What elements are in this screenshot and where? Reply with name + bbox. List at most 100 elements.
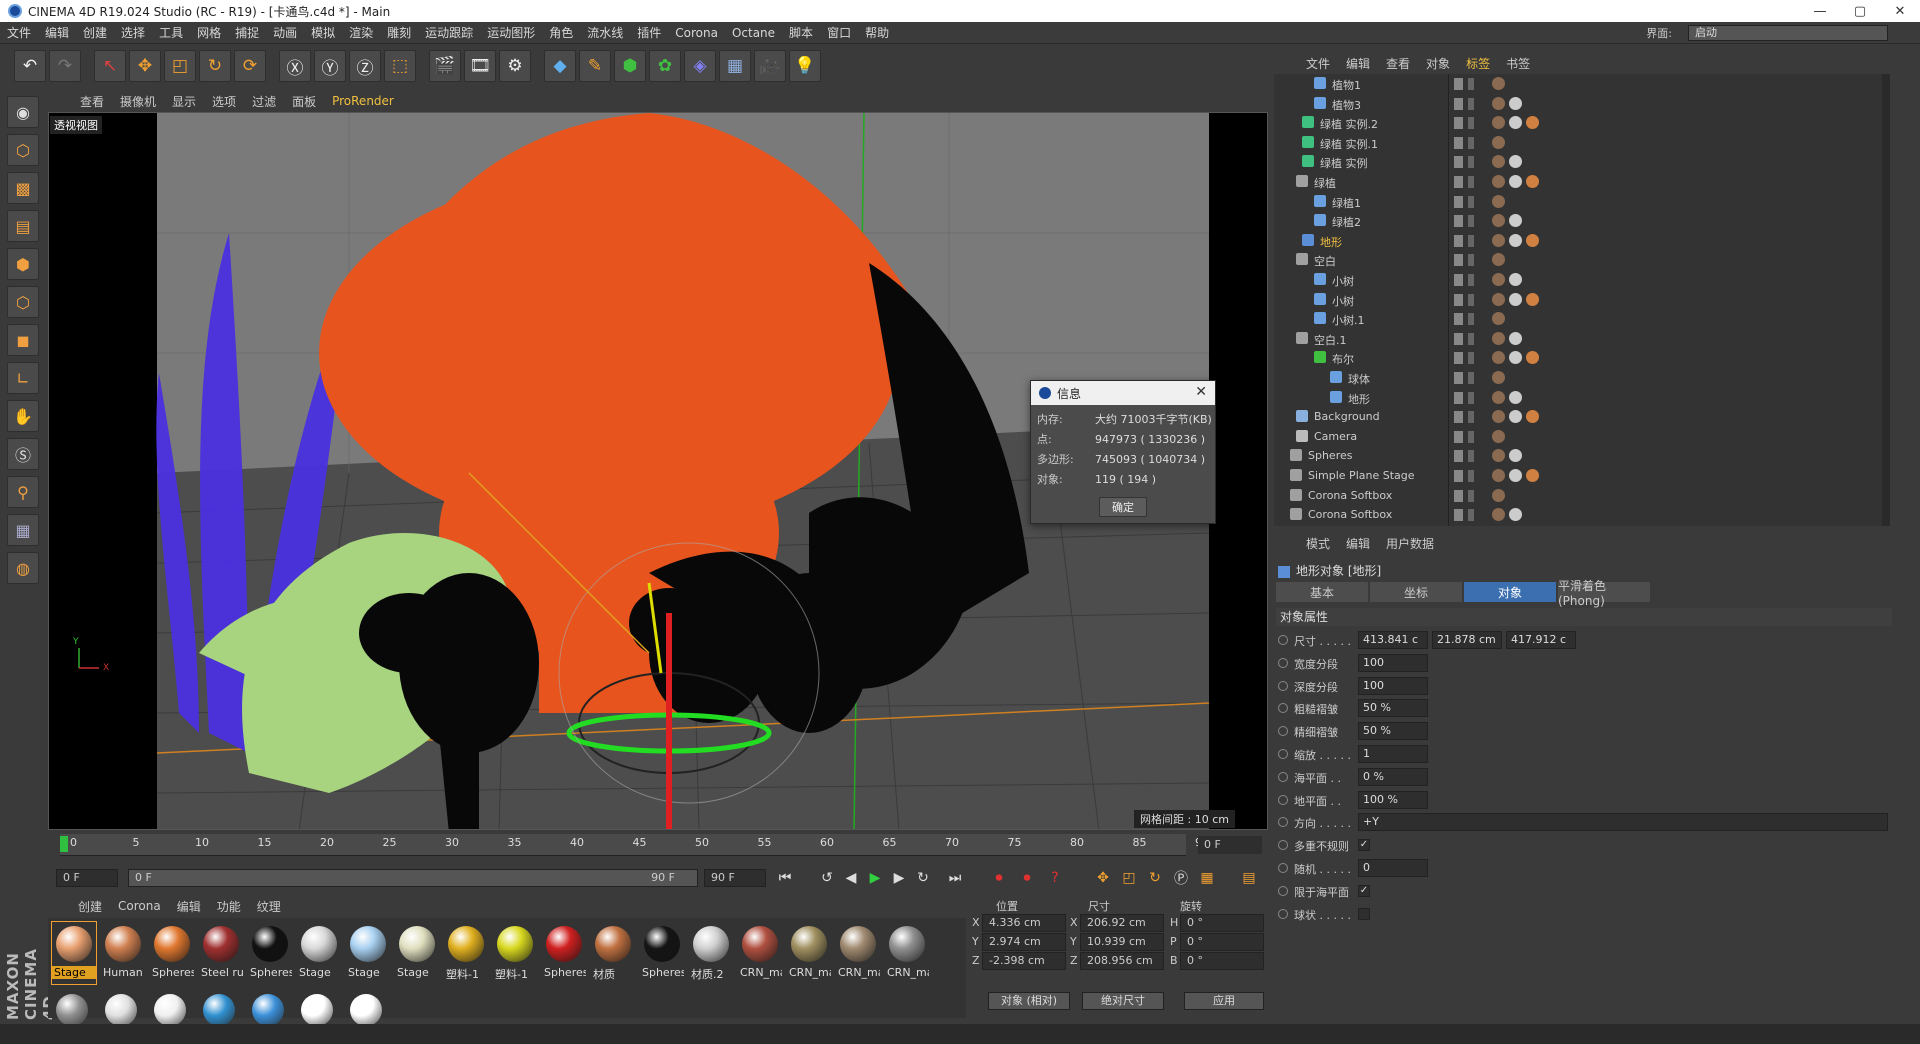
visibility-flags[interactable] <box>1454 176 1484 188</box>
points-mode-icon[interactable]: ⬢ <box>7 248 39 280</box>
magnet-icon[interactable]: ⚲ <box>7 476 39 508</box>
edges-mode-icon[interactable]: ⬡ <box>7 286 39 318</box>
attribute-value[interactable]: 413.841 c <box>1358 631 1428 649</box>
maximize-button[interactable]: ▢ <box>1840 0 1880 22</box>
attribute-value[interactable]: 21.878 cm <box>1432 631 1502 649</box>
material-tag[interactable] <box>1492 449 1505 463</box>
position-field[interactable]: 4.336 cm <box>982 914 1066 932</box>
attr-menu-item[interactable]: 模式 <box>1298 535 1338 552</box>
material-swatch[interactable]: Steel ru <box>199 922 243 984</box>
prev-frame-icon[interactable]: ◀ <box>840 867 862 889</box>
attribute-checkbox[interactable] <box>1358 907 1370 920</box>
visibility-flags[interactable] <box>1454 293 1484 306</box>
menu-item[interactable]: 工具 <box>152 24 190 41</box>
menu-item[interactable]: 捕捉 <box>228 24 266 41</box>
end-frame-field[interactable]: 90 F <box>704 869 766 887</box>
material-tag[interactable] <box>1492 469 1505 482</box>
key-pla-icon[interactable]: ▦ <box>1196 867 1218 889</box>
object-row[interactable]: Camera <box>1274 427 1890 447</box>
visibility-flags[interactable] <box>1454 136 1484 149</box>
menu-item[interactable]: 选择 <box>114 24 152 41</box>
om-menu-item[interactable]: 对象 <box>1418 55 1458 72</box>
attribute-value[interactable]: 1 <box>1358 745 1428 763</box>
object-row[interactable]: Spheres <box>1274 446 1890 466</box>
size-field[interactable]: 10.939 cm <box>1080 933 1164 951</box>
object-row[interactable]: 绿植 实例 <box>1274 152 1890 172</box>
material-tag[interactable] <box>1509 469 1522 482</box>
material-tag[interactable] <box>1492 508 1505 522</box>
material-swatch[interactable]: CRN_ma <box>738 922 782 984</box>
material-swatch[interactable]: Spheres <box>248 922 292 984</box>
attribute-value[interactable]: 50 % <box>1358 699 1428 718</box>
material-tag[interactable] <box>1492 96 1505 110</box>
visibility-flags[interactable] <box>1454 274 1484 286</box>
attribute-value[interactable]: 100 <box>1358 676 1428 695</box>
menu-item[interactable]: 流水线 <box>580 24 630 41</box>
attr-subtab[interactable]: 坐标 <box>1370 582 1462 602</box>
menu-item[interactable]: 渲染 <box>342 24 380 41</box>
viewport-menu-item[interactable]: ProRender <box>324 94 402 108</box>
material-tag[interactable] <box>1526 116 1539 130</box>
material-swatch[interactable]: Stage <box>346 922 390 984</box>
material-tag[interactable] <box>1492 194 1505 208</box>
menu-item[interactable]: Corona <box>668 26 725 40</box>
x-axis-icon[interactable]: Ⓧ <box>279 50 311 82</box>
object-row[interactable]: Background <box>1274 407 1890 427</box>
object-row[interactable]: Corona Softbox <box>1274 486 1890 506</box>
pen-icon[interactable]: ✎ <box>579 50 611 82</box>
material-swatch[interactable]: CRN_ma <box>836 922 880 984</box>
scale-tool-icon[interactable]: ◰ <box>164 50 196 82</box>
visibility-flags[interactable] <box>1454 470 1484 482</box>
material-tag[interactable] <box>1492 371 1505 384</box>
object-row[interactable]: 布尔 <box>1274 348 1890 368</box>
recent-tool-icon[interactable]: ⟳ <box>234 50 266 82</box>
object-row[interactable]: 小树 <box>1274 270 1890 290</box>
material-swatch[interactable]: Human <box>101 922 145 984</box>
model-mode-icon[interactable]: ⬡ <box>7 134 39 166</box>
menu-item[interactable]: 模拟 <box>304 24 342 41</box>
attribute-value[interactable]: 50 % <box>1358 722 1428 741</box>
object-row[interactable]: 空白 <box>1274 250 1890 270</box>
material-tag[interactable] <box>1509 292 1522 306</box>
attribute-value[interactable]: 0 <box>1358 859 1428 877</box>
axis-mode-icon[interactable]: ∟ <box>7 362 39 394</box>
visibility-flags[interactable] <box>1454 195 1484 208</box>
object-row[interactable]: 小树.1 <box>1274 309 1890 329</box>
object-row[interactable]: 植物1 <box>1274 74 1890 94</box>
keyframe-selection-icon[interactable]: ? <box>1044 867 1066 889</box>
material-tag[interactable] <box>1509 273 1522 286</box>
z-axis-icon[interactable]: Ⓩ <box>349 50 381 82</box>
om-menu-item[interactable]: 标签 <box>1458 55 1498 72</box>
material-swatch[interactable]: Spheres <box>542 922 586 984</box>
rotation-field[interactable]: 0 ° <box>1180 933 1264 951</box>
animate-dot-icon[interactable] <box>1278 635 1288 645</box>
material-tag[interactable] <box>1526 410 1539 424</box>
menu-item[interactable]: 文件 <box>0 24 38 41</box>
animate-dot-icon[interactable] <box>1278 840 1288 851</box>
material-tag[interactable] <box>1526 469 1539 482</box>
render-picture-viewer-icon[interactable]: 🎞 <box>464 50 496 82</box>
texture-mode-icon[interactable]: ▩ <box>7 172 39 204</box>
om-menu-item[interactable]: 文件 <box>1298 55 1338 72</box>
attribute-checkbox[interactable]: ✓ <box>1358 884 1370 897</box>
material-tag[interactable] <box>1509 116 1522 130</box>
material-tag[interactable] <box>1509 175 1522 188</box>
material-tag[interactable] <box>1492 273 1505 286</box>
material-swatch[interactable]: 材质.2 <box>689 922 733 984</box>
attribute-value[interactable]: 417.912 c <box>1506 631 1576 649</box>
material-swatch[interactable]: 材质 <box>591 922 635 984</box>
material-tag[interactable] <box>1492 253 1505 267</box>
viewport-menu-item[interactable]: 摄像机 <box>112 93 164 110</box>
material-preview[interactable] <box>154 994 186 1026</box>
material-tag[interactable] <box>1509 233 1522 247</box>
material-preview[interactable] <box>301 994 333 1026</box>
rotation-field[interactable]: 0 ° <box>1180 952 1264 970</box>
deformer-icon[interactable]: ◈ <box>684 50 716 82</box>
material-swatch[interactable]: Spheres <box>640 922 684 984</box>
attribute-value[interactable]: +Y <box>1358 813 1888 832</box>
attribute-value[interactable]: 100 <box>1358 653 1428 672</box>
material-tag[interactable] <box>1509 96 1522 110</box>
visibility-flags[interactable] <box>1454 156 1484 169</box>
rotate-tool-icon[interactable]: ↻ <box>199 50 231 82</box>
size-mode-select[interactable]: 绝对尺寸 <box>1082 992 1164 1010</box>
